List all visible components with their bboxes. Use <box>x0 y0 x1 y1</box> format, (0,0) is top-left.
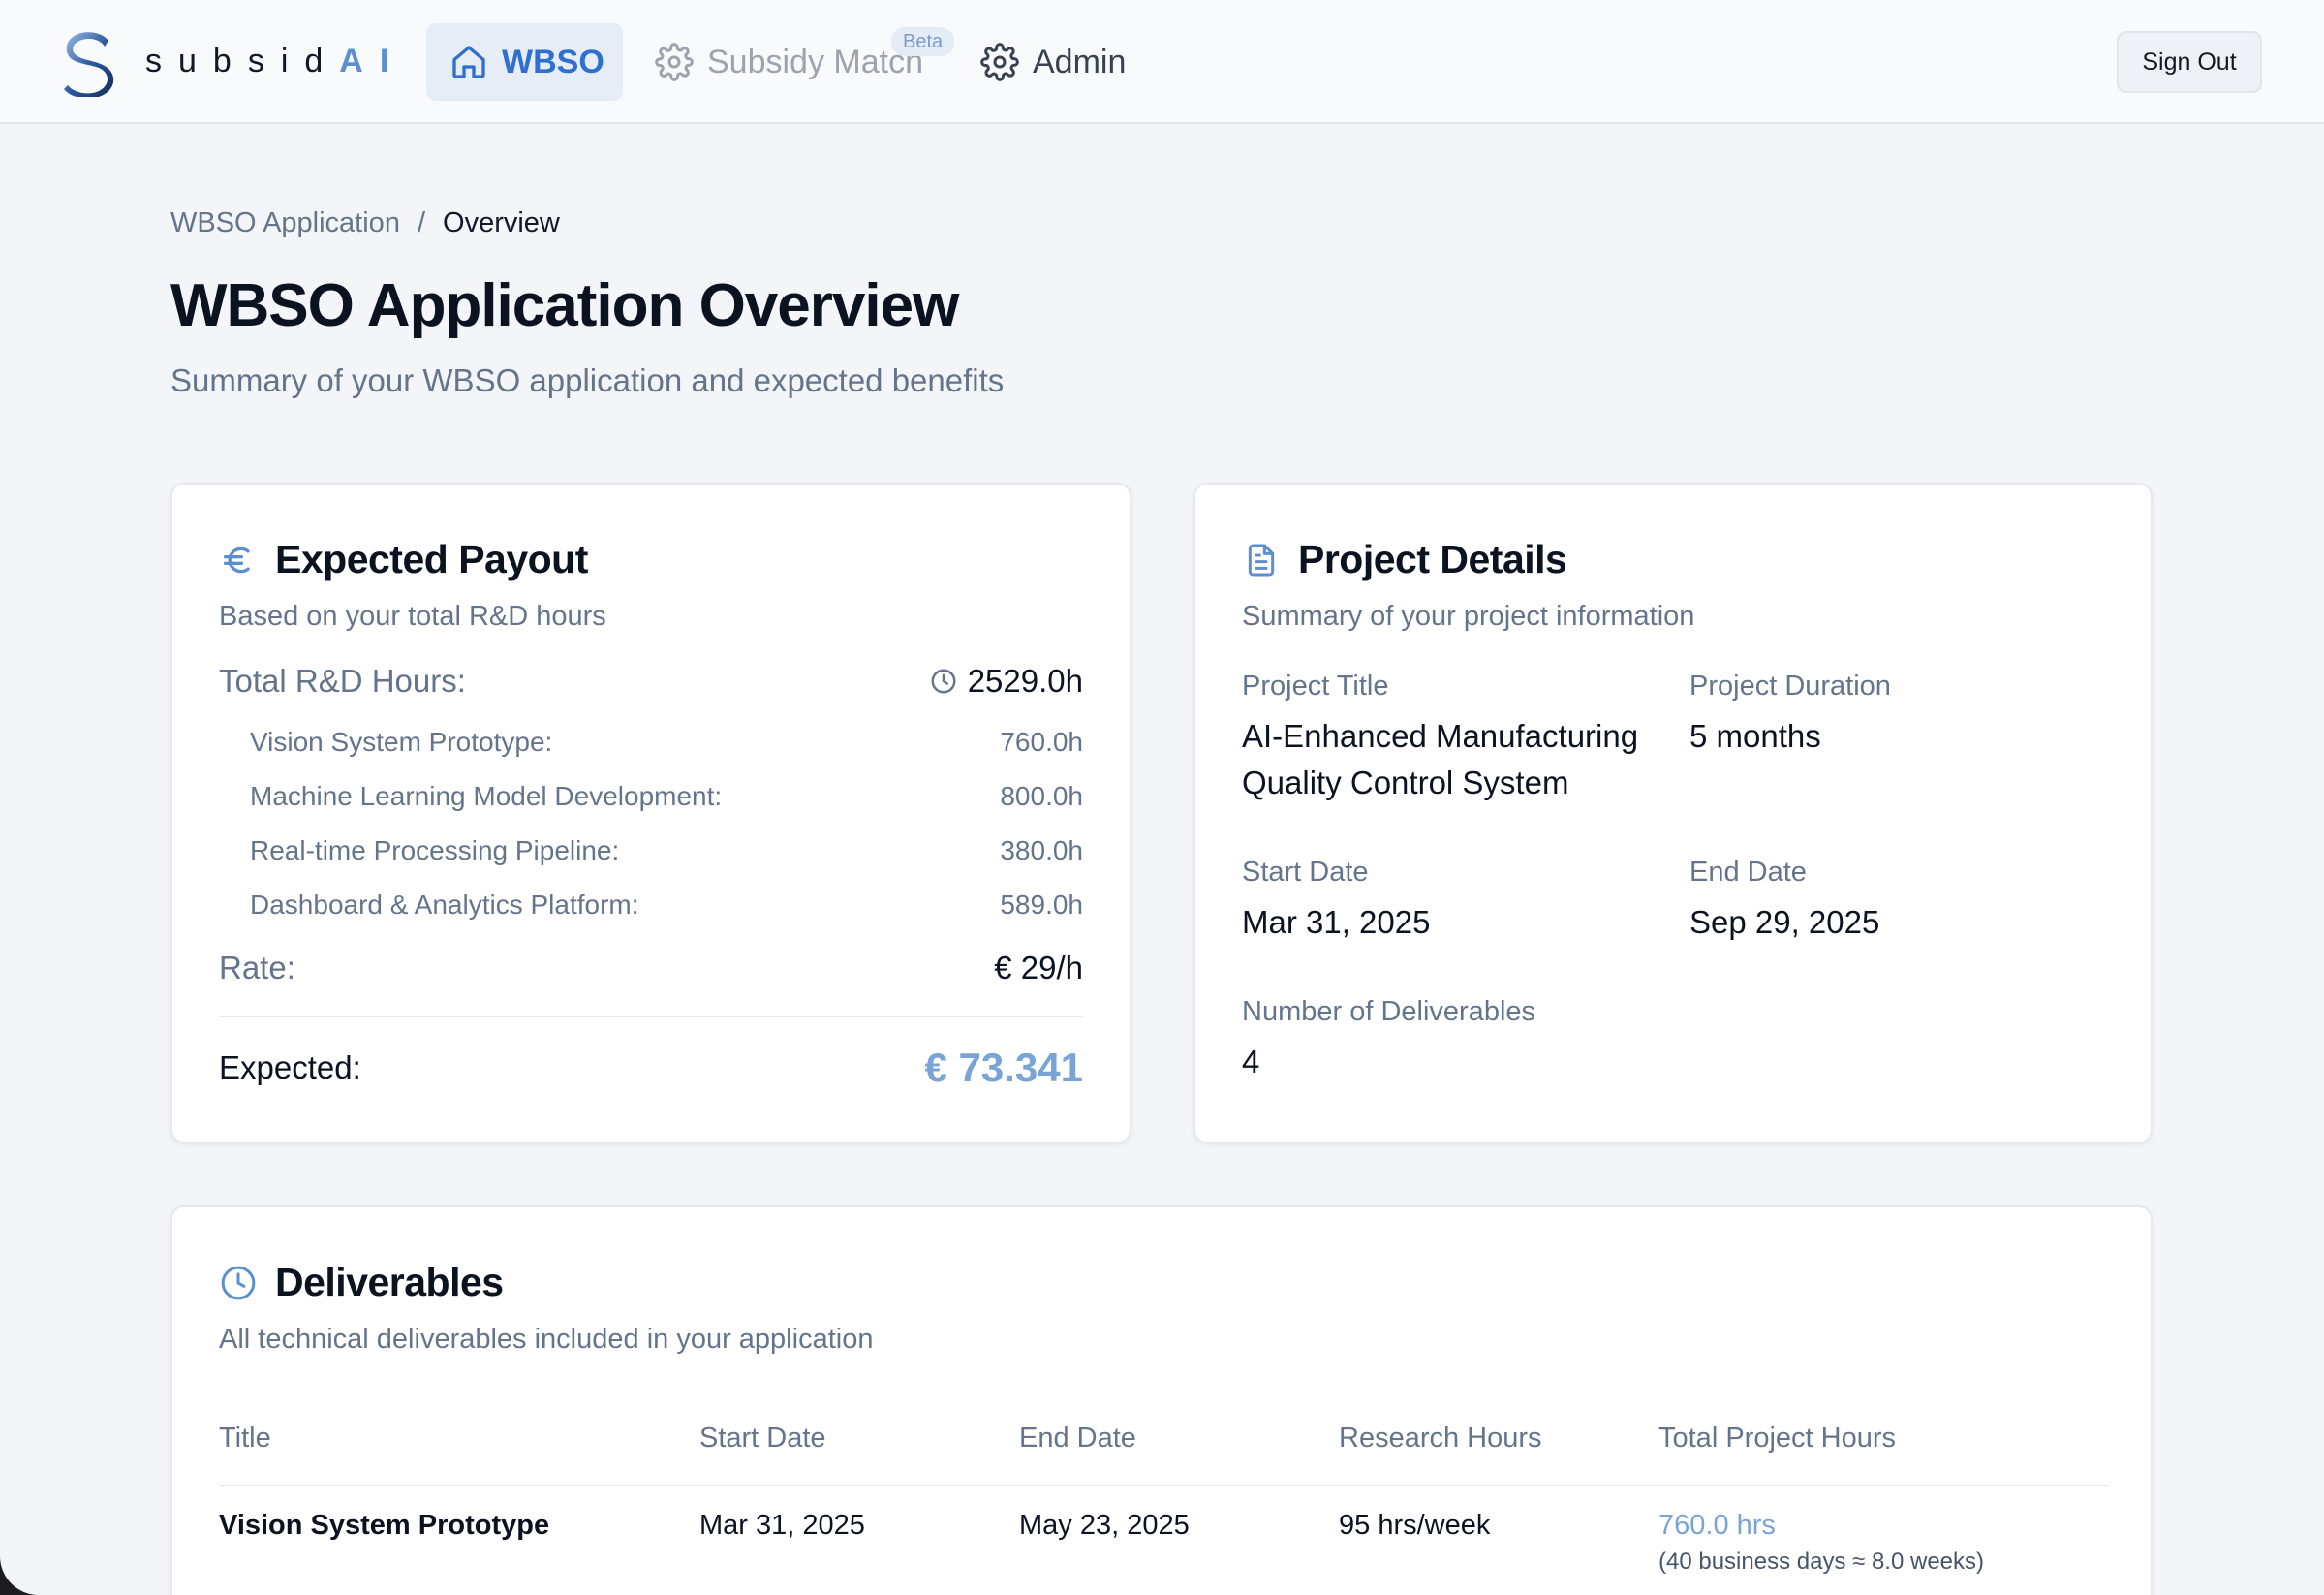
nav-subsidy-label: Subsidy Match <box>707 43 923 80</box>
hours-item: Real-time Processing Pipeline: 380.0h <box>219 835 1083 866</box>
payout-divider <box>219 1016 1083 1017</box>
rate-label: Rate: <box>219 950 295 985</box>
breadcrumb: WBSO Application / Overview <box>170 207 560 239</box>
hours-item: Machine Learning Model Development: 800.… <box>219 781 1083 812</box>
clock-icon <box>219 1264 258 1302</box>
table-cell-title: Vision System Prototype <box>219 1510 550 1541</box>
payout-card-title: Expected Payout <box>219 537 588 582</box>
project-duration-label: Project Duration <box>1689 671 1891 702</box>
expected-label: Expected: <box>219 1049 361 1085</box>
table-cell-total-hours: 760.0 hrs <box>1658 1510 1776 1541</box>
hours-item-label: Real-time Processing Pipeline: <box>250 835 620 865</box>
payout-subtitle: Based on your total R&D hours <box>219 601 606 632</box>
expected-value: € 73.341 <box>924 1045 1084 1090</box>
deliverables-title-text: Deliverables <box>275 1260 504 1304</box>
start-date-label: Start Date <box>1242 857 1369 888</box>
deliverables-count-value: 4 <box>1242 1044 1260 1079</box>
sign-out-button[interactable]: Sign Out <box>2117 31 2262 93</box>
hours-item-value: 800.0h <box>1000 781 1083 811</box>
project-subtitle: Summary of your project information <box>1242 601 1695 632</box>
hours-item-label: Dashboard & Analytics Platform: <box>250 890 639 920</box>
deliverables-card: Deliverables All technical deliverables … <box>170 1205 2153 1595</box>
total-hours-row: Total R&D Hours: 2529.0h <box>219 663 1083 700</box>
brand-text: subsid <box>145 43 340 79</box>
hours-item-value: 760.0h <box>1000 727 1083 757</box>
project-card-title: Project Details <box>1242 537 1567 582</box>
table-cell-duration-note: (40 business days ≈ 8.0 weeks) <box>1658 1548 1984 1575</box>
subsidai-logo[interactable] <box>60 27 118 99</box>
column-header-start-date[interactable]: Start Date <box>699 1423 826 1454</box>
nav-admin-label: Admin <box>1033 43 1127 80</box>
hours-item: Dashboard & Analytics Platform: 589.0h <box>219 890 1083 921</box>
nav-wbso-label: WBSO <box>502 43 604 80</box>
deliverables-count-label: Number of Deliverables <box>1242 996 1536 1027</box>
expected-payout-card: Expected Payout Based on your total R&D … <box>170 483 1131 1143</box>
project-details-card: Project Details Summary of your project … <box>1193 483 2153 1143</box>
breadcrumb-current: Overview <box>443 207 560 238</box>
page-title: WBSO Application Overview <box>170 272 959 339</box>
nav-admin[interactable]: Admin <box>980 23 1126 101</box>
breadcrumb-separator: / <box>417 207 426 238</box>
column-header-total-hours[interactable]: Total Project Hours <box>1658 1423 1896 1454</box>
beta-badge: Beta <box>891 27 955 56</box>
brand-suffix: AI <box>339 43 406 79</box>
brand-name: subsidAI <box>145 43 405 80</box>
expected-row: Expected: € 73.341 <box>219 1045 1083 1091</box>
deliverables-subtitle: All technical deliverables included in y… <box>219 1324 874 1355</box>
table-cell-research: 95 hrs/week <box>1339 1510 1491 1541</box>
project-title-value: AI-Enhanced Manufacturing Quality Contro… <box>1242 718 1639 800</box>
table-cell-start: Mar 31, 2025 <box>699 1510 865 1541</box>
project-title-label: Project Title <box>1242 671 1389 702</box>
hours-item-value: 589.0h <box>1000 890 1083 920</box>
nav-wbso[interactable]: WBSO <box>426 23 623 101</box>
gear-icon <box>655 43 694 81</box>
start-date-value: Mar 31, 2025 <box>1242 904 1431 940</box>
total-hours-number: 2529.0h <box>967 663 1083 699</box>
payout-title-text: Expected Payout <box>275 537 588 581</box>
hours-item-label: Machine Learning Model Development: <box>250 781 723 811</box>
column-header-title[interactable]: Title <box>219 1423 271 1454</box>
rate-value: € 29/h <box>994 950 1083 985</box>
table-header-divider <box>219 1485 2108 1486</box>
total-hours-label: Total R&D Hours: <box>219 663 466 699</box>
hours-item-label: Vision System Prototype: <box>250 727 553 757</box>
top-nav: subsidAI WBSO Subsidy Match Beta Admin S… <box>0 0 2324 124</box>
project-duration-value: 5 months <box>1689 718 1821 754</box>
column-header-research-hours[interactable]: Research Hours <box>1339 1423 1542 1454</box>
end-date-value: Sep 29, 2025 <box>1689 904 1880 940</box>
total-hours-value: 2529.0h <box>929 663 1083 700</box>
euro-icon <box>219 541 258 579</box>
page-subtitle: Summary of your WBSO application and exp… <box>170 362 1005 398</box>
home-icon <box>452 46 485 78</box>
deliverables-card-title: Deliverables <box>219 1260 504 1305</box>
document-icon <box>1242 541 1281 579</box>
gear-icon <box>980 43 1019 81</box>
end-date-label: End Date <box>1689 857 1807 888</box>
breadcrumb-parent[interactable]: WBSO Application <box>170 207 400 238</box>
column-header-end-date[interactable]: End Date <box>1019 1423 1136 1454</box>
app-window: subsidAI WBSO Subsidy Match Beta Admin S… <box>0 0 2324 1595</box>
rate-row: Rate: € 29/h <box>219 950 1083 986</box>
nav-subsidy-match[interactable]: Subsidy Match <box>655 23 923 101</box>
clock-icon <box>931 669 956 694</box>
hours-item: Vision System Prototype: 760.0h <box>219 727 1083 758</box>
table-cell-end: May 23, 2025 <box>1019 1510 1190 1541</box>
hours-item-value: 380.0h <box>1000 835 1083 865</box>
project-title-text: Project Details <box>1298 537 1567 581</box>
